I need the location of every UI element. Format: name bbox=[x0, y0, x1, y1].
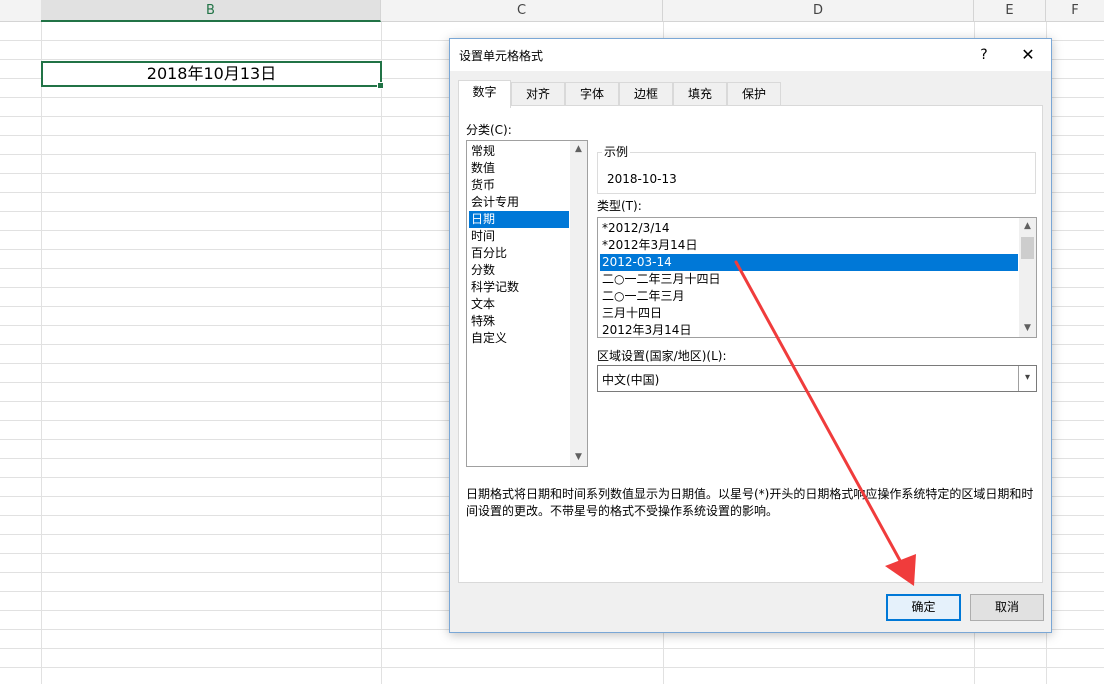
tab-number[interactable]: 数字 bbox=[458, 80, 511, 108]
annotation-arrow-icon bbox=[734, 260, 916, 586]
